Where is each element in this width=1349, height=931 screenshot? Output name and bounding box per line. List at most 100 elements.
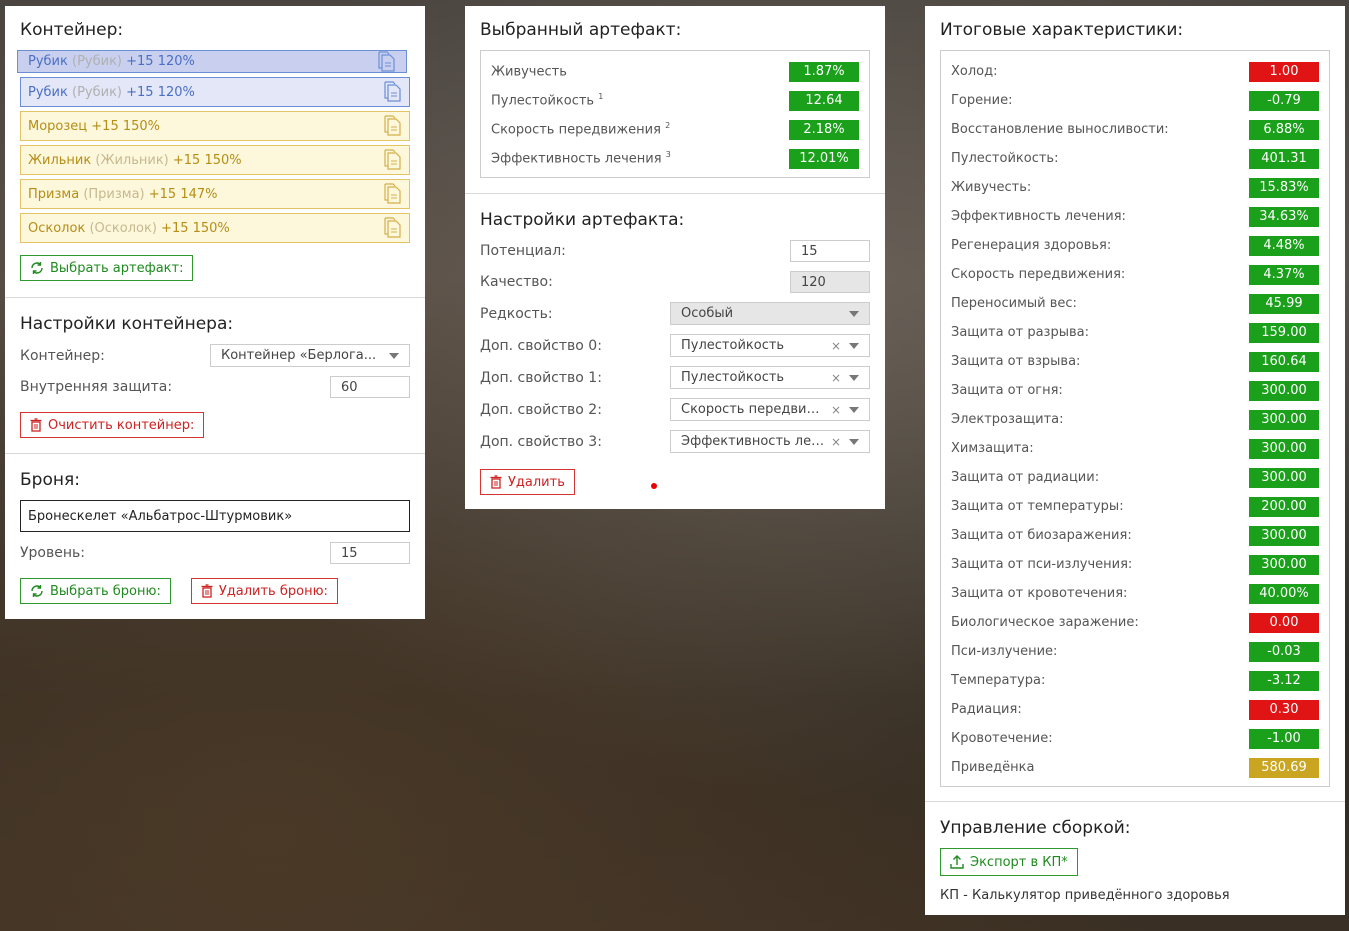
total-row: Кровотечение: -1.00	[951, 724, 1319, 753]
copy-icon[interactable]	[382, 115, 402, 137]
total-row: Защита от пси-излучения: 300.00	[951, 550, 1319, 579]
clear-container-button[interactable]: Очистить контейнер:	[20, 412, 205, 438]
delete-artifact-button[interactable]: Удалить	[480, 469, 575, 495]
artifact-stat-row: Живучесть 1.87%	[491, 57, 859, 86]
chevron-down-icon	[849, 310, 859, 317]
quality-label: Качество:	[480, 274, 553, 290]
total-row: Химзащита: 300.00	[951, 434, 1319, 463]
stat-label-text: Скорость передвижения	[491, 122, 661, 138]
choose-artifact-button[interactable]: Выбрать артефакт:	[20, 255, 194, 281]
total-value: 300.00	[1249, 380, 1319, 401]
totals-title: Итоговые характеристики:	[940, 20, 1184, 40]
container-row: Контейнер: Контейнер «Берлога...	[20, 344, 410, 367]
total-value: 4.37%	[1249, 264, 1319, 285]
artifact-slot[interactable]: Рубик (Рубик) +15 120%	[17, 50, 407, 73]
copy-icon[interactable]	[382, 217, 402, 239]
extra1-select[interactable]: Пулестойкость ×	[670, 366, 870, 389]
choose-armor-button[interactable]: Выбрать броню:	[20, 578, 171, 604]
artifact-level: +15 150%	[172, 152, 242, 168]
inner-protection-input[interactable]: 60	[330, 376, 410, 398]
container-select[interactable]: Контейнер «Берлога...	[210, 344, 410, 367]
armor-level-input[interactable]: 15	[330, 542, 410, 564]
extra0-select[interactable]: Пулестойкость ×	[670, 334, 870, 357]
artifact-slot[interactable]: Морозец +15 150%	[20, 111, 410, 141]
armor-field[interactable]: Бронескелет «Альбатрос-Штурмовик»	[20, 500, 410, 532]
export-button[interactable]: Экспорт в КП*	[940, 848, 1078, 876]
rarity-label: Редкость:	[480, 305, 553, 322]
artifact-slot[interactable]: Призма (Призма) +15 147%	[20, 179, 410, 209]
total-value: 300.00	[1249, 467, 1319, 488]
total-value: 6.88%	[1249, 119, 1319, 140]
footnote: КП - Калькулятор приведённого здоровья	[940, 888, 1230, 903]
quality-input[interactable]: 120	[790, 271, 870, 293]
copy-icon[interactable]	[382, 183, 402, 205]
rarity-select[interactable]: Особый	[670, 302, 870, 325]
extra0-value: Пулестойкость	[681, 338, 785, 353]
total-label: Переносимый вес:	[951, 296, 1077, 311]
total-label: Скорость передвижения:	[951, 267, 1126, 282]
stat-label: Скорость передвижения 2	[491, 121, 670, 137]
container-settings-title: Настройки контейнера:	[20, 314, 234, 334]
artifact-alt-name: (Рубик)	[72, 54, 122, 69]
trash-icon	[30, 418, 42, 432]
armor-level-row: Уровень: 15	[20, 542, 410, 564]
clear-icon[interactable]: ×	[831, 435, 841, 449]
clear-icon[interactable]: ×	[831, 339, 841, 353]
stat-footnote-mark: 1	[598, 92, 604, 102]
rarity-row: Редкость: Особый	[480, 302, 870, 325]
artifact-name: Рубик	[28, 84, 68, 100]
trash-icon	[490, 475, 502, 489]
artifact-name: Осколок	[28, 220, 86, 236]
total-label: Регенерация здоровья:	[951, 238, 1112, 253]
refresh-icon	[31, 262, 43, 274]
total-value: 4.48%	[1249, 235, 1319, 256]
total-row: Регенерация здоровья: 4.48%	[951, 231, 1319, 260]
total-label: Холод:	[951, 64, 998, 79]
total-value: 0.00	[1249, 612, 1319, 633]
potential-input[interactable]: 15	[790, 240, 870, 262]
container-title: Контейнер:	[20, 20, 124, 40]
copy-icon[interactable]	[382, 81, 402, 103]
total-label: Горение:	[951, 93, 1013, 108]
total-row: Защита от радиации: 300.00	[951, 463, 1319, 492]
stat-value: 2.18%	[789, 119, 859, 140]
selected-artifact-section: Выбранный артефакт: Живучесть 1.87% Пулес…	[465, 6, 885, 194]
extra2-select[interactable]: Скорость передвижения ×	[670, 398, 870, 421]
stat-label-text: Живучесть	[491, 64, 567, 80]
extra3-select[interactable]: Эффективность лечения ×	[670, 430, 870, 453]
artifact-slot[interactable]: Осколок (Осколок) +15 150%	[20, 213, 410, 243]
clear-icon[interactable]: ×	[831, 371, 841, 385]
total-value: -0.03	[1249, 641, 1319, 662]
inner-protection-label: Внутренняя защита:	[20, 379, 173, 395]
cursor-dot	[650, 483, 657, 489]
delete-armor-label: Удалить броню:	[218, 583, 328, 599]
total-value: 34.63%	[1249, 206, 1319, 227]
chevron-down-icon	[849, 406, 859, 413]
total-row: Защита от разрыва: 159.00	[951, 318, 1319, 347]
total-row: Живучесть: 15.83%	[951, 173, 1319, 202]
total-row: Приведёнка 580.69	[951, 753, 1319, 782]
artifact-slot[interactable]: Рубик (Рубик) +15 120%	[20, 77, 410, 107]
total-label: Радиация:	[951, 702, 1022, 717]
artifact-stat-row: Эффективность лечения 3 12.01%	[491, 144, 859, 173]
total-row: Защита от взрыва: 160.64	[951, 347, 1319, 376]
total-row: Защита от огня: 300.00	[951, 376, 1319, 405]
total-label: Химзащита:	[951, 441, 1034, 456]
total-row: Эффективность лечения: 34.63%	[951, 202, 1319, 231]
artifact-slot[interactable]: Жильник (Жильник) +15 150%	[20, 145, 410, 175]
total-label: Кровотечение:	[951, 731, 1053, 746]
stat-footnote-mark: 3	[665, 150, 671, 160]
copy-icon[interactable]	[382, 149, 402, 171]
potential-label: Потенциал:	[480, 243, 566, 259]
clear-icon[interactable]: ×	[831, 403, 841, 417]
artifact-slot-label: Осколок (Осколок) +15 150%	[28, 221, 230, 236]
artifact-slot-label: Рубик (Рубик) +15 120%	[28, 54, 195, 69]
build-title: Управление сборкой:	[940, 818, 1131, 838]
rarity-value: Особый	[681, 306, 734, 321]
artifact-alt-name: (Осколок)	[89, 220, 157, 236]
total-row: Защита от температуры: 200.00	[951, 492, 1319, 521]
total-label: Защита от биозаражения:	[951, 528, 1132, 543]
delete-armor-button[interactable]: Удалить броню:	[190, 578, 338, 604]
artifact-alt-name: (Рубик)	[72, 84, 122, 100]
copy-icon[interactable]	[376, 50, 396, 73]
